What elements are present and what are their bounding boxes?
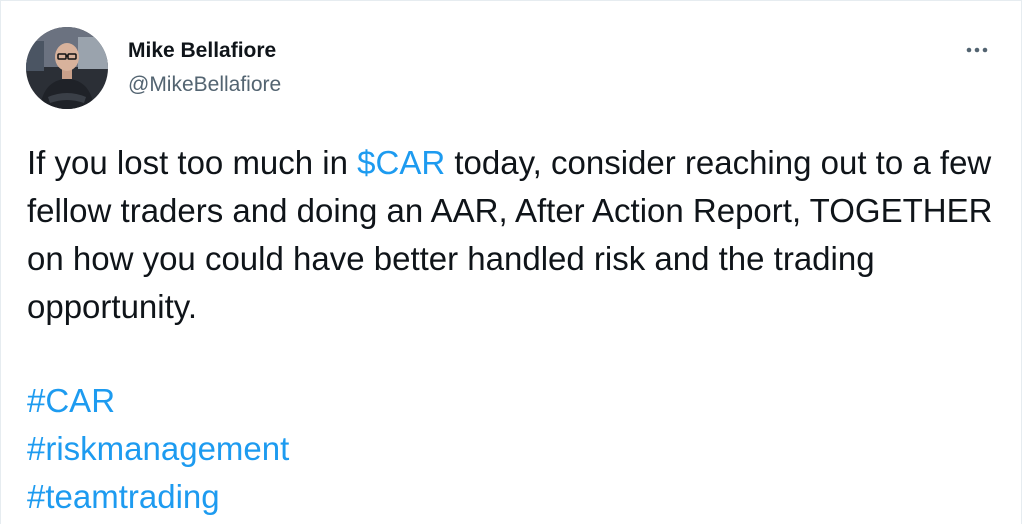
avatar-image	[26, 27, 108, 109]
hashtag-link-riskmanagement[interactable]: #riskmanagement	[27, 425, 289, 473]
tweet-text-before: If you lost too much in	[27, 144, 358, 181]
hashtag-link-teamtrading[interactable]: #teamtrading	[27, 473, 289, 521]
author-avatar[interactable]	[26, 27, 108, 109]
more-options-icon	[966, 47, 988, 53]
more-options-button[interactable]	[957, 35, 997, 65]
cashtag-link[interactable]: $CAR	[357, 144, 445, 181]
tweet-card: Mike Bellafiore @MikeBellafiore If you l…	[0, 0, 1022, 524]
author-handle[interactable]: @MikeBellafiore	[128, 73, 281, 97]
author-name[interactable]: Mike Bellafiore	[128, 39, 276, 63]
hashtag-list: #CAR #riskmanagement #teamtrading	[27, 377, 289, 521]
hashtag-link-car[interactable]: #CAR	[27, 377, 289, 425]
tweet-text: If you lost too much in $CAR today, cons…	[27, 139, 1002, 331]
